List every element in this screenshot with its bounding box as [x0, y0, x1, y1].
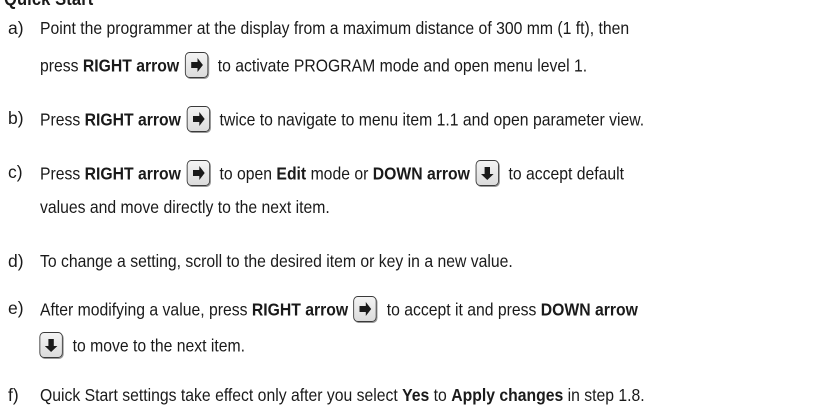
- step-text: to: [429, 385, 452, 405]
- step-e: e) After modifying a value, press RIGHT …: [8, 296, 828, 360]
- step-text: Quick Start settings take effect only af…: [40, 385, 403, 405]
- option-name: Yes: [402, 385, 430, 405]
- key-name: RIGHT arrow: [84, 109, 181, 130]
- step-text: to activate PROGRAM mode and open menu l…: [213, 55, 588, 76]
- step-line: Quick Start settings take effect only af…: [40, 385, 645, 405]
- step-text: twice to navigate to menu item 1.1 and o…: [215, 109, 645, 130]
- step-marker: e): [8, 298, 24, 318]
- step-line: to move to the next item.: [34, 332, 246, 360]
- step-f: f) Quick Start settings take effect only…: [8, 385, 828, 415]
- right-arrow-key-icon: [353, 296, 377, 322]
- step-marker: f): [8, 385, 19, 405]
- step-text: After modifying a value, press: [40, 299, 252, 320]
- setting-name: Apply changes: [451, 385, 564, 405]
- step-marker: a): [8, 18, 24, 38]
- step-d: d) To change a setting, scroll to the de…: [8, 251, 828, 281]
- step-line: Press RIGHT arrow twice to navigate to m…: [40, 106, 645, 134]
- step-text: mode or: [306, 163, 373, 184]
- right-arrow-key-icon: [184, 52, 208, 78]
- step-text: in step 1.8.: [563, 385, 645, 405]
- step-line: Press RIGHT arrow to open Edit mode or D…: [40, 160, 625, 188]
- step-marker: d): [8, 251, 24, 271]
- step-line: Point the programmer at the display from…: [40, 18, 629, 38]
- quick-start-heading: Quick Start: [4, 0, 93, 10]
- right-arrow-key-icon: [186, 160, 210, 186]
- key-name: RIGHT arrow: [82, 55, 180, 76]
- key-name: RIGHT arrow: [251, 299, 349, 320]
- down-arrow-key-icon: [475, 160, 499, 186]
- step-text: to accept it and press: [382, 299, 541, 320]
- key-name: RIGHT arrow: [84, 163, 181, 184]
- step-text: press: [40, 55, 83, 76]
- key-name: DOWN arrow: [372, 163, 470, 184]
- step-text: to accept default: [504, 163, 625, 184]
- mode-name: Edit: [276, 163, 307, 184]
- step-line: To change a setting, scroll to the desir…: [40, 251, 513, 271]
- step-line: After modifying a value, press RIGHT arr…: [40, 296, 638, 324]
- step-c: c) Press RIGHT arrow to open Edit mode o…: [8, 160, 828, 222]
- step-text: values and move directly to the next ite…: [40, 197, 330, 217]
- step-line: press RIGHT arrow to activate PROGRAM mo…: [40, 52, 588, 80]
- step-text: to move to the next item.: [68, 335, 246, 356]
- step-line: values and move directly to the next ite…: [40, 197, 330, 217]
- key-name: DOWN arrow: [540, 299, 638, 320]
- step-text: To change a setting, scroll to the desir…: [40, 251, 513, 271]
- step-text: Press: [40, 109, 85, 130]
- step-marker: b): [8, 108, 24, 128]
- down-arrow-key-icon: [39, 332, 63, 358]
- step-text: to open: [215, 163, 277, 184]
- step-marker: c): [8, 162, 23, 182]
- right-arrow-key-icon: [186, 106, 210, 132]
- step-text: Point the programmer at the display from…: [40, 18, 630, 38]
- step-b: b) Press RIGHT arrow twice to navigate t…: [8, 106, 828, 138]
- step-a: a) Point the programmer at the display f…: [8, 18, 828, 98]
- step-text: Press: [40, 163, 85, 184]
